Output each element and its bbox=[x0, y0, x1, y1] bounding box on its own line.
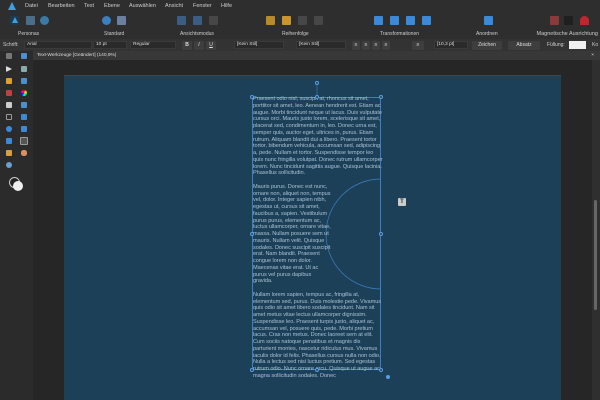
resize-handle-top[interactable] bbox=[315, 95, 319, 99]
text-frame-options-icon[interactable]: T bbox=[398, 198, 406, 206]
rotation-handle[interactable] bbox=[315, 81, 319, 85]
resize-handle-top-left[interactable] bbox=[250, 95, 254, 99]
resize-handle-right[interactable] bbox=[379, 232, 383, 236]
resize-handle-bottom-left[interactable] bbox=[250, 368, 254, 372]
scrollbar-thumb[interactable] bbox=[594, 200, 597, 310]
paragraph-3: Nullam lorem sapien, tempus ac, fringill… bbox=[253, 291, 382, 379]
resize-handle-bottom[interactable] bbox=[315, 368, 319, 372]
paragraph-1: Praesent odio nisl, suscipit at, rhoncus… bbox=[253, 96, 383, 177]
paragraph-2: Mauris purus. Donec est nunc, ornare non… bbox=[253, 183, 331, 285]
resize-handle-top-right[interactable] bbox=[379, 95, 383, 99]
resize-handle-bottom-right[interactable] bbox=[379, 368, 383, 372]
text-frame-content[interactable]: Praesent odio nisl, suscipit at, rhoncus… bbox=[253, 96, 383, 386]
resize-handle-left[interactable] bbox=[250, 232, 254, 236]
text-flow-handle[interactable] bbox=[386, 375, 390, 379]
